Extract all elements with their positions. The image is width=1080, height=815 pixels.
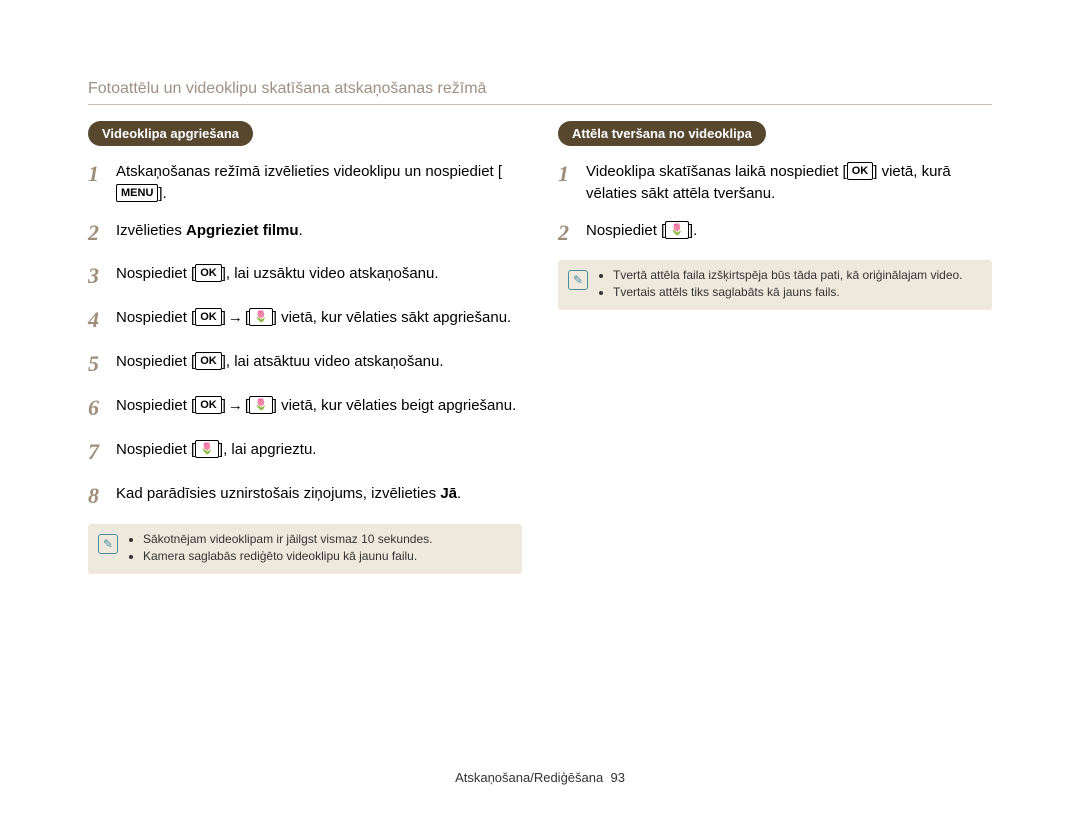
step-number: 8 — [88, 480, 116, 512]
divider — [88, 104, 992, 105]
step-4: 4 Nospiediet [OK]→[🌷] vietā, kur vēlatie… — [88, 304, 522, 336]
step-text: Nospiediet [OK], lai atsāktuu video atsk… — [116, 348, 522, 373]
step-number: 6 — [88, 392, 116, 424]
note-list: Sākotnējam videoklipam ir jāilgst vismaz… — [128, 532, 432, 566]
ok-key: OK — [195, 308, 222, 326]
flower-key: 🌷 — [195, 440, 219, 458]
note-item: Kamera saglabās rediģēto videoklipu kā j… — [143, 549, 432, 563]
step-2: 2 Izvēlieties Apgrieziet filmu. — [88, 217, 522, 249]
flower-key: 🌷 — [665, 221, 689, 239]
ok-key: OK — [195, 264, 222, 282]
step-number: 5 — [88, 348, 116, 380]
menu-key: MENU — [116, 184, 158, 202]
step-number: 7 — [88, 436, 116, 468]
flower-key: 🌷 — [249, 396, 273, 414]
left-column: Videoklipa apgriešana 1 Atskaņošanas rež… — [88, 121, 522, 574]
step-3: 3 Nospiediet [OK], lai uzsāktu video ats… — [88, 260, 522, 292]
step-text: Kad parādīsies uznirstošais ziņojums, iz… — [116, 480, 522, 505]
step-text: Nospiediet [🌷]. — [586, 217, 992, 242]
ok-key: OK — [195, 352, 222, 370]
note-icon: ✎ — [98, 534, 118, 554]
step-text: Videoklipa skatīšanas laikā nospiediet [… — [586, 158, 992, 205]
note-item: Tvertā attēla faila izšķirtspēja būs tād… — [613, 268, 963, 282]
pill-trim-video: Videoklipa apgriešana — [88, 121, 253, 146]
step-1: 1 Videoklipa skatīšanas laikā nospiediet… — [558, 158, 992, 205]
step-text: Atskaņošanas režīmā izvēlieties videokli… — [116, 158, 522, 205]
step-text: Izvēlieties Apgrieziet filmu. — [116, 217, 522, 242]
ok-key: OK — [195, 396, 222, 414]
section-title: Fotoattēlu un videoklipu skatīšana atska… — [88, 80, 992, 98]
page-footer: Atskaņošana/Rediģēšana 93 — [0, 770, 1080, 785]
step-7: 7 Nospiediet [🌷], lai apgrieztu. — [88, 436, 522, 468]
note-item: Tvertais attēls tiks saglabāts kā jauns … — [613, 285, 963, 299]
step-number: 2 — [88, 217, 116, 249]
step-text: Nospiediet [OK], lai uzsāktu video atska… — [116, 260, 522, 285]
note-box-left: ✎ Sākotnējam videoklipam ir jāilgst vism… — [88, 524, 522, 574]
arrow-icon: → — [226, 397, 245, 414]
note-icon: ✎ — [568, 270, 588, 290]
step-2: 2 Nospiediet [🌷]. — [558, 217, 992, 249]
note-item: Sākotnējam videoklipam ir jāilgst vismaz… — [143, 532, 432, 546]
step-6: 6 Nospiediet [OK]→[🌷] vietā, kur vēlatie… — [88, 392, 522, 424]
step-8: 8 Kad parādīsies uznirstošais ziņojums, … — [88, 480, 522, 512]
ok-key: OK — [847, 162, 874, 180]
step-text: Nospiediet [OK]→[🌷] vietā, kur vēlaties … — [116, 304, 522, 329]
step-number: 1 — [88, 158, 116, 190]
step-number: 1 — [558, 158, 586, 190]
step-number: 2 — [558, 217, 586, 249]
step-text: Nospiediet [🌷], lai apgrieztu. — [116, 436, 522, 461]
flower-key: 🌷 — [249, 308, 273, 326]
right-column: Attēla tveršana no videoklipa 1 Videokli… — [558, 121, 992, 574]
note-list: Tvertā attēla faila izšķirtspēja būs tād… — [598, 268, 963, 302]
note-box-right: ✎ Tvertā attēla faila izšķirtspēja būs t… — [558, 260, 992, 310]
step-1: 1 Atskaņošanas režīmā izvēlieties videok… — [88, 158, 522, 205]
step-number: 3 — [88, 260, 116, 292]
step-number: 4 — [88, 304, 116, 336]
pill-capture-image: Attēla tveršana no videoklipa — [558, 121, 766, 146]
step-5: 5 Nospiediet [OK], lai atsāktuu video at… — [88, 348, 522, 380]
step-text: Nospiediet [OK]→[🌷] vietā, kur vēlaties … — [116, 392, 522, 417]
arrow-icon: → — [226, 309, 245, 326]
